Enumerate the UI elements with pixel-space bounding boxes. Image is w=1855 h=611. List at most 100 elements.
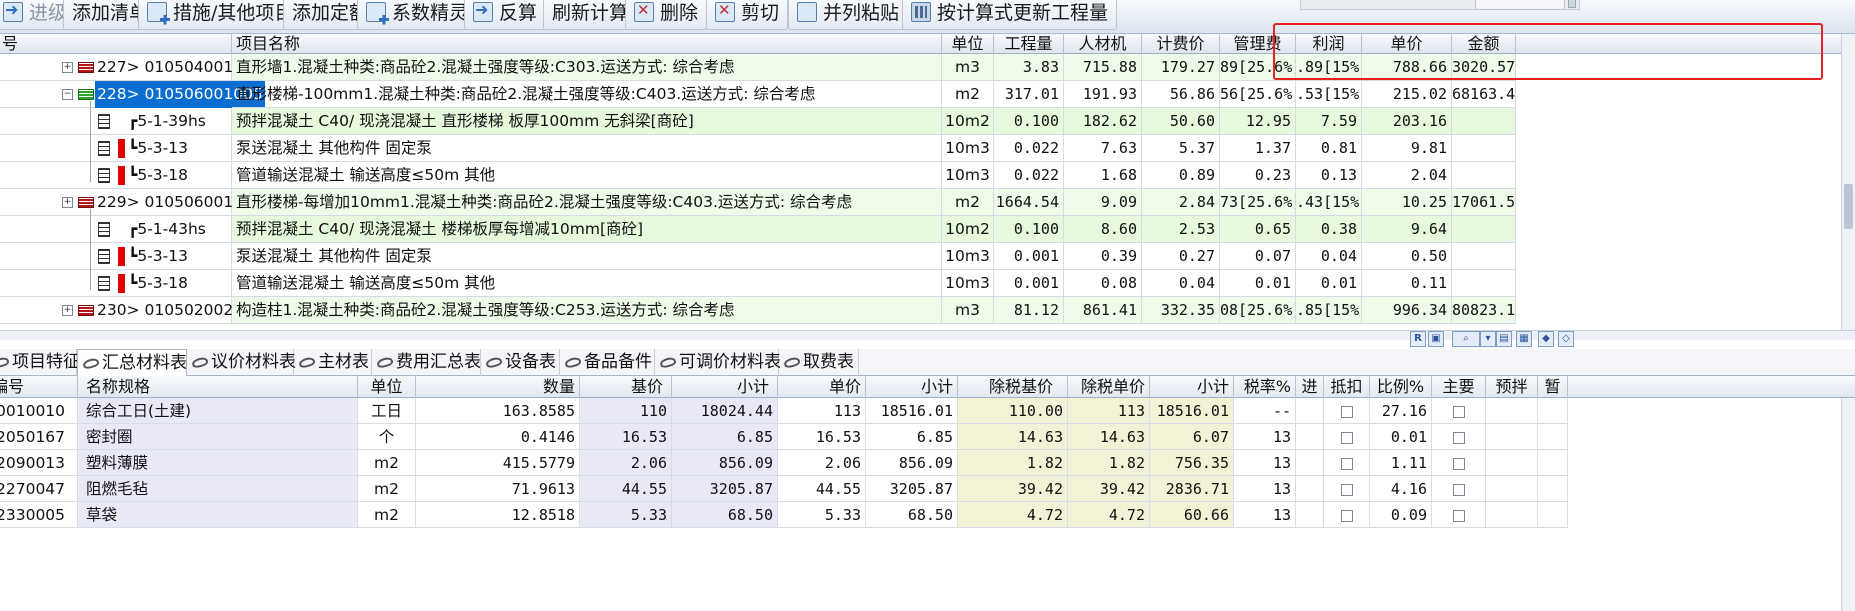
col-code[interactable]: 号: [0, 34, 232, 54]
checkbox[interactable]: [1452, 431, 1465, 444]
cell-premix[interactable]: [1486, 450, 1538, 476]
material-grid-scrollbar[interactable]: [1841, 398, 1855, 611]
cell-qty[interactable]: 0.100: [994, 108, 1064, 135]
tree-cell[interactable]: [0, 243, 232, 270]
cell-unit[interactable]: m2: [942, 189, 994, 216]
dropdown-icon[interactable]: ▾: [1480, 331, 1496, 347]
cell-mgmt[interactable]: 0.23: [1220, 162, 1296, 189]
cell-premix[interactable]: [1486, 424, 1538, 450]
cell-amount[interactable]: 80823.10: [1452, 297, 1516, 324]
tab-negotiated-materials[interactable]: 议价材料表: [187, 349, 296, 376]
cell-mat-unit[interactable]: m2: [358, 476, 416, 502]
col-mat-ratio[interactable]: 比例%: [1370, 376, 1432, 398]
col-mat-base[interactable]: 基价: [580, 376, 672, 398]
cell-mat-ratio[interactable]: 4.16: [1370, 476, 1432, 502]
quota-row[interactable]: ┗5-3-18 管道输送混凝土 输送高度≤50m 其他 10m3 0.001 0.08 0…: [0, 270, 1855, 297]
cell-name[interactable]: 预拌混凝土 C40/ 现浇混凝土 直形楼梯 板厚100mm 无斜梁[商砼]: [232, 108, 942, 135]
cell-fee-base[interactable]: 50.60: [1142, 108, 1220, 135]
cell-mat-code[interactable]: 2270047: [0, 476, 78, 502]
material-row[interactable]: 0010010 综合工日(土建) 工日 163.8585 110 18024.44 113 1…: [0, 398, 1855, 424]
print-icon[interactable]: ▤: [1496, 331, 1512, 347]
reverse-calc-button[interactable]: 反算: [464, 0, 547, 30]
cell-unit[interactable]: m3: [942, 297, 994, 324]
cell-mat-name[interactable]: 综合工日(土建): [78, 398, 358, 424]
cell-mat-sub2[interactable]: 6.85: [866, 424, 958, 450]
tab-fee-table[interactable]: 取费表: [779, 349, 859, 376]
cell-deduct[interactable]: [1324, 398, 1370, 424]
col-profit[interactable]: 利润: [1296, 34, 1362, 54]
cell-mat-code[interactable]: 2050167: [0, 424, 78, 450]
cell-fee-base[interactable]: 2.53: [1142, 216, 1220, 243]
cell-name[interactable]: 构造柱1.混凝土种类:商品砼2.混凝土强度等级:C253.运送方式: 综合考虑: [232, 297, 942, 324]
cell-amount[interactable]: 68163.49: [1452, 81, 1516, 108]
cell-mat-sub2[interactable]: 18516.01: [866, 398, 958, 424]
checkbox[interactable]: [1452, 405, 1465, 418]
report-icon[interactable]: R: [1410, 331, 1426, 347]
cell-amount[interactable]: [1452, 243, 1516, 270]
checkbox[interactable]: [1452, 509, 1465, 522]
cell-unit[interactable]: 10m3: [942, 270, 994, 297]
cell-mat-nt-base[interactable]: 39.42: [958, 476, 1068, 502]
cell-mat-code[interactable]: 2090013: [0, 450, 78, 476]
update-quantity-button[interactable]: 按计算式更新工程量: [902, 0, 1118, 30]
toolbar-scroll-handle[interactable]: [1568, 0, 1576, 8]
cell-deduct[interactable]: [1324, 450, 1370, 476]
col-name[interactable]: 项目名称: [232, 34, 942, 54]
quota-row[interactable]: ┗5-3-13 泵送混凝土 其他构件 固定泵 10m3 0.001 0.39 0.27 0.…: [0, 243, 1855, 270]
cell-mat-name[interactable]: 阻燃毛毡: [78, 476, 358, 502]
cell-name[interactable]: 直形墙1.混凝土种类:商品砼2.混凝土强度等级:C303.运送方式: 综合考虑: [232, 54, 942, 81]
cell-amount[interactable]: 17061.54: [1452, 189, 1516, 216]
cell-temp[interactable]: [1538, 476, 1568, 502]
bill-row[interactable]: +229> 010506001006 直形楼梯-每增加10mm1.混凝土种类:商品…: [0, 189, 1855, 216]
cell-mat-tax[interactable]: 13: [1234, 476, 1296, 502]
cell-unit[interactable]: 10m3: [942, 162, 994, 189]
cell-mat-code[interactable]: 2330005: [0, 502, 78, 528]
cell-fee-base[interactable]: 179.27: [1142, 54, 1220, 81]
tab-equipment[interactable]: 设备表: [481, 349, 560, 376]
cell-labor[interactable]: 191.93: [1064, 81, 1142, 108]
toolbar-field[interactable]: [1475, 0, 1565, 10]
tab-project-features[interactable]: 项目特征: [0, 349, 80, 376]
cell-mat-qty[interactable]: 0.4146: [416, 424, 580, 450]
cell-labor[interactable]: 0.08: [1064, 270, 1142, 297]
cell-temp[interactable]: [1538, 424, 1568, 450]
cell-unit-price[interactable]: 203.16: [1362, 108, 1452, 135]
settings-icon[interactable]: ◇: [1558, 331, 1574, 347]
cell-mat-sub3[interactable]: 60.66: [1150, 502, 1234, 528]
col-mat-premix[interactable]: 预拌: [1486, 376, 1538, 398]
cell-amount[interactable]: [1452, 216, 1516, 243]
expand-toggle-icon[interactable]: +: [62, 197, 73, 208]
cell-labor[interactable]: 0.39: [1064, 243, 1142, 270]
cell-in[interactable]: [1296, 502, 1324, 528]
cell-deduct[interactable]: [1324, 424, 1370, 450]
cell-unit-price[interactable]: 0.11: [1362, 270, 1452, 297]
bill-grid-scrollbar[interactable]: [1841, 34, 1855, 330]
cell-fee-base[interactable]: 0.27: [1142, 243, 1220, 270]
tree-cell[interactable]: [0, 135, 232, 162]
cell-mat-tax[interactable]: 13: [1234, 450, 1296, 476]
cell-profit[interactable]: .89[15%]: [1296, 54, 1362, 81]
cell-amount[interactable]: [1452, 108, 1516, 135]
cell-labor[interactable]: 8.60: [1064, 216, 1142, 243]
cell-amount[interactable]: [1452, 135, 1516, 162]
col-mgmt[interactable]: 管理费: [1220, 34, 1296, 54]
cell-main[interactable]: [1432, 424, 1486, 450]
cell-mat-name[interactable]: 草袋: [78, 502, 358, 528]
scrollbar-thumb[interactable]: [1844, 184, 1853, 229]
checkbox[interactable]: [1340, 483, 1353, 496]
cell-mat-base[interactable]: 16.53: [580, 424, 672, 450]
cell-name[interactable]: 泵送混凝土 其他构件 固定泵: [232, 135, 942, 162]
col-amount[interactable]: 金额: [1452, 34, 1516, 54]
cell-mat-price[interactable]: 2.06: [778, 450, 866, 476]
export-icon[interactable]: ◆: [1538, 331, 1554, 347]
cell-name[interactable]: 泵送混凝土 其他构件 固定泵: [232, 243, 942, 270]
cell-mat-nt-price[interactable]: 1.82: [1068, 450, 1150, 476]
cell-mat-base[interactable]: 5.33: [580, 502, 672, 528]
cell-mat-name[interactable]: 塑料薄膜: [78, 450, 358, 476]
col-unit-price[interactable]: 单价: [1362, 34, 1452, 54]
col-mat-nt-price[interactable]: 除税单价: [1068, 376, 1150, 398]
tab-spare-parts[interactable]: 备品备件: [560, 349, 655, 376]
cell-mat-unit[interactable]: m2: [358, 450, 416, 476]
cell-mgmt[interactable]: 0.65: [1220, 216, 1296, 243]
cell-labor[interactable]: 182.62: [1064, 108, 1142, 135]
